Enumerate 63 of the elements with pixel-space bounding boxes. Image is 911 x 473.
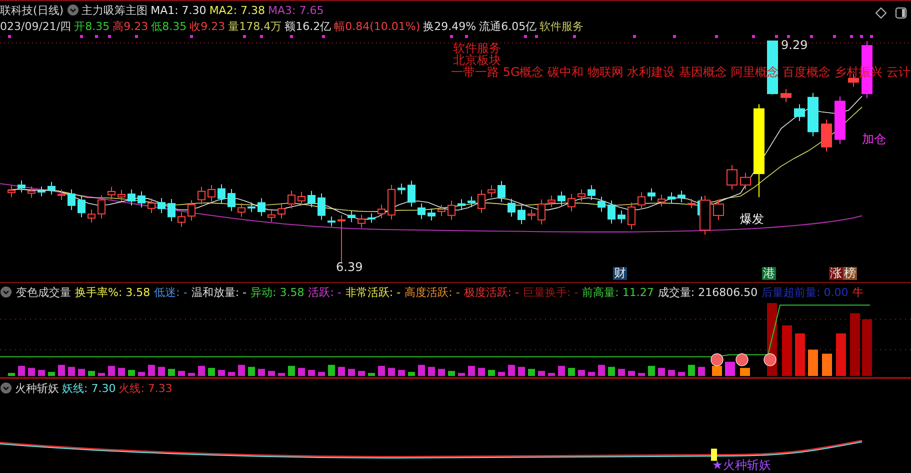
volume-bar [725, 362, 735, 376]
volume-bar [808, 350, 818, 376]
signal-label: 加仓 [862, 133, 886, 146]
ma-value: MA1: 7.30 [150, 4, 206, 16]
quote-value: 低8.35 [151, 18, 187, 34]
indicator-value: 前高量: 11.27 [582, 284, 654, 300]
stock-tag: 涨 [829, 267, 843, 280]
signal-bar [711, 448, 717, 461]
volume-bar [740, 368, 750, 376]
indicator-value: 换手率%: 3.58 [75, 284, 150, 300]
ball-icon [736, 353, 748, 366]
quote-date: 023/09/21/四 [0, 18, 72, 34]
indicator-value: 非常活跃: - [345, 284, 401, 300]
indicator-name: 主力吸筹主图 [82, 2, 148, 18]
indicator-value: 低迷: - [154, 284, 188, 300]
stock-tag: 港 [762, 267, 776, 280]
indicator-value: 活跃: - [308, 284, 342, 300]
indicator-value: 火线: 7.33 [118, 380, 172, 396]
ma-value: MA2: 7.38 [209, 4, 266, 16]
quote-value: 收9.23 [190, 18, 226, 34]
collapse-icon[interactable] [66, 4, 79, 16]
indicator-value: 巨量换手: - [522, 284, 578, 300]
sector-label: 北京板块 [453, 54, 501, 67]
volume-bar [822, 354, 832, 376]
volume-bar [782, 325, 792, 376]
price-label: 9.29 [781, 39, 808, 52]
indicator-value: 温和放量: - [191, 284, 247, 300]
quote-value: 额16.2亿 [284, 18, 332, 34]
volume-bar [712, 366, 722, 376]
signal-marker: ★火种斩妖 [712, 459, 771, 472]
indicator-value: 成交量: 216806.50 [658, 284, 758, 300]
industry-label: 软件服务 [540, 18, 584, 34]
quote-value: 开8.35 [74, 18, 110, 34]
stock-title: 联科技(日线) [0, 2, 64, 18]
indicator-value: 高度活跃: - [404, 284, 460, 300]
indicator-name: 火种斩妖 [15, 380, 59, 396]
indicator-value: 牛 [852, 284, 864, 300]
price-label: 6.39 [336, 261, 363, 274]
volume-bar [795, 333, 805, 376]
quote-value: 幅0.84(10.01%) [334, 18, 420, 34]
diamond-icon[interactable] [875, 7, 887, 19]
quote-value: 流通6.05亿 [479, 18, 537, 34]
collapse-icon[interactable] [0, 382, 12, 394]
indicator-value: 异动: 3.58 [250, 284, 304, 300]
stock-tag: 榜 [843, 267, 857, 280]
signal-label: 爆发 [740, 213, 764, 226]
indicator-value: 后量超前量: 0.00 [762, 284, 848, 300]
indicator-value: 极度活跃: - [464, 284, 519, 300]
quote-value: 换29.49% [423, 18, 476, 34]
indicator-name: 变色成交量 [16, 284, 71, 300]
volume-bar [862, 319, 872, 376]
stock-tag: 财 [613, 267, 627, 280]
window-icon[interactable] [895, 7, 907, 19]
sector-label: 软件服务 [453, 42, 501, 55]
quote-value: 量178.4万 [228, 18, 282, 34]
volume-bar [836, 333, 846, 376]
ma-value: MA3: 7.65 [268, 4, 324, 16]
indicator-value: 妖线: 7.30 [62, 380, 116, 396]
volume-bar [850, 313, 860, 376]
collapse-icon[interactable] [0, 286, 12, 298]
ball-icon [710, 353, 724, 366]
quote-value: 高9.23 [112, 18, 148, 34]
ball-icon [764, 353, 776, 366]
